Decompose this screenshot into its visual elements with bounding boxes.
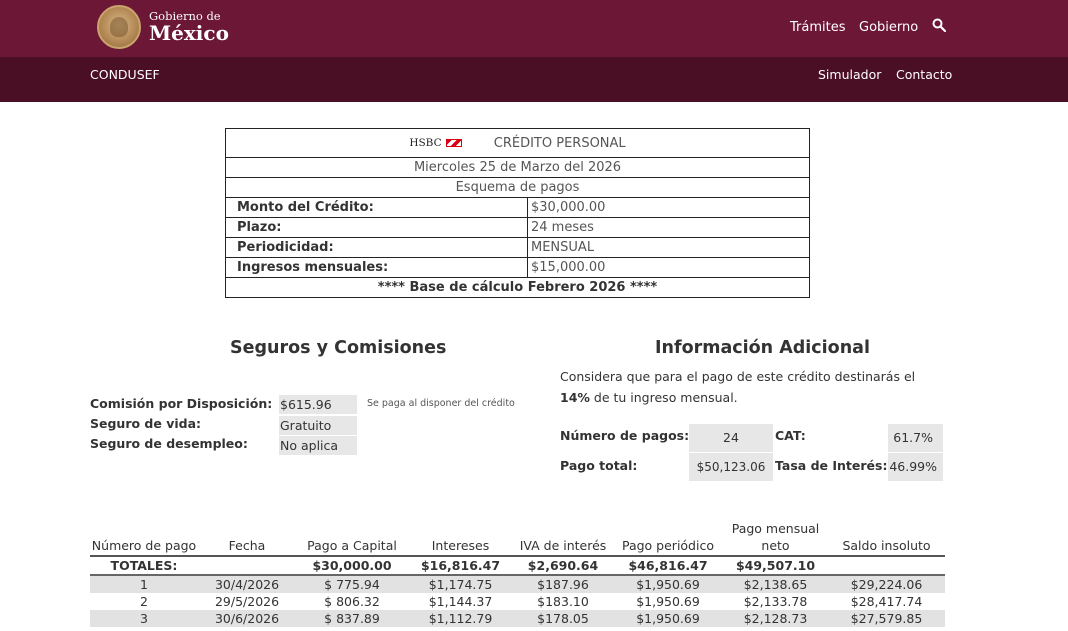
summary-row: Plazo: 24 meses [225, 217, 810, 238]
seguros-heading: Seguros y Comisiones [230, 338, 447, 358]
num-pagos-value: 24 [689, 424, 773, 452]
table-cell: 2 [140, 594, 148, 609]
fee-value: Gratuito [279, 416, 357, 435]
column-header: Pago mensual neto [723, 520, 828, 557]
fee-value: $615.96 [279, 395, 357, 414]
hsbc-hexagon-icon [445, 139, 462, 147]
column-header: Número de pago [90, 520, 198, 557]
table-cell: $1,950.69 [636, 594, 700, 609]
summary-row: Periodicidad: MENSUAL [225, 237, 810, 258]
top-navbar: Gobierno de México Trámites Gobierno [0, 0, 1068, 57]
cat-value: 61.7% [888, 424, 943, 452]
cat-label: CAT: [775, 428, 806, 443]
tasa-value: 46.99% [888, 453, 943, 481]
table-cell: $187.96 [513, 575, 613, 593]
summary-value: $30,000.00 [527, 197, 810, 218]
fee-label: Seguro de vida: [90, 416, 202, 431]
table-cell: $2,133.78 [743, 594, 808, 609]
nav-link-contacto[interactable]: Contacto [896, 67, 952, 82]
table-cell [828, 556, 945, 576]
table-cell: 29/5/2026 [214, 594, 280, 609]
tasa-label: Tasa de Interés: [775, 458, 888, 473]
summary-date: Miercoles 25 de Marzo del 2026 [225, 157, 810, 178]
table-cell: TOTALES: [90, 556, 198, 576]
summary-value: 24 meses [527, 217, 810, 238]
table-cell: $16,816.47 [408, 556, 513, 576]
table-cell: $1,950.69 [613, 575, 723, 593]
table-cell: $2,128.73 [723, 610, 828, 627]
column-header: Intereses [408, 520, 513, 557]
summary-label: Periodicidad: [225, 237, 528, 258]
condusef-link[interactable]: CONDUSEF [90, 67, 160, 82]
summary-label: Monto del Crédito: [225, 197, 528, 218]
credit-summary-table: HSBC CRÉDITO PERSONAL Miercoles 25 de Ma… [225, 128, 810, 298]
table-cell: $1,174.75 [408, 575, 513, 593]
nav-link-gobierno[interactable]: Gobierno [859, 20, 918, 35]
summary-row: Monto del Crédito: $30,000.00 [225, 197, 810, 218]
column-header: Saldo insoluto [828, 520, 945, 557]
summary-label: Ingresos mensuales: [225, 257, 528, 278]
table-cell: $ 806.32 [324, 594, 380, 609]
fee-label: Seguro de desempleo: [90, 436, 248, 451]
summary-value: $15,000.00 [527, 257, 810, 278]
table-cell: $30,000.00 [296, 556, 408, 576]
summary-value: MENSUAL [527, 237, 810, 258]
table-row: 1 30/4/2026 $ 775.94 $1,174.75 $187.96 $… [90, 575, 945, 593]
summary-row: Ingresos mensuales: $15,000.00 [225, 257, 810, 278]
table-cell: $1,112.79 [408, 610, 513, 627]
column-header: Pago periódico [613, 520, 723, 557]
info-heading: Información Adicional [655, 338, 870, 358]
table-cell: $183.10 [537, 594, 589, 609]
logo-big-text: México [149, 21, 229, 46]
totals-row: TOTALES: $30,000.00 $16,816.47 $2,690.64… [90, 556, 945, 576]
table-cell: $ 837.89 [296, 610, 408, 627]
national-seal-icon [97, 5, 141, 49]
sub-navbar: CONDUSEF Simulador Contacto [0, 57, 1068, 102]
hsbc-logo: HSBC [409, 137, 462, 149]
nav-link-tramites[interactable]: Trámites [790, 20, 846, 35]
table-cell: $178.05 [513, 610, 613, 627]
table-cell: $28,417.74 [850, 594, 923, 609]
nav-link-simulador[interactable]: Simulador [818, 67, 881, 82]
fee-label: Comisión por Disposición: [90, 396, 273, 411]
table-row: 2 29/5/2026 $ 806.32 $1,144.37 $183.10 $… [90, 593, 945, 610]
num-pagos-label: Número de pagos: [560, 428, 690, 443]
table-cell: $1,144.37 [428, 594, 493, 609]
table-cell: $49,507.10 [723, 556, 828, 576]
search-icon[interactable] [932, 18, 946, 32]
summary-footer: **** Base de cálculo Febrero 2026 **** [225, 277, 810, 298]
summary-label: Plazo: [225, 217, 528, 238]
fee-value: No aplica [279, 436, 357, 455]
summary-header: HSBC CRÉDITO PERSONAL [225, 128, 810, 158]
table-row: 3 30/6/2026 $ 837.89 $1,112.79 $178.05 $… [90, 610, 945, 627]
table-cell: 30/6/2026 [198, 610, 296, 627]
income-percentage: 14% [560, 390, 590, 405]
info-paragraph: Considera que para el pago de este crédi… [560, 369, 916, 405]
table-cell: $46,816.47 [613, 556, 723, 576]
gobierno-logo[interactable]: Gobierno de México [97, 5, 229, 49]
payments-table: Número de pago Fecha Pago a Capital Inte… [90, 520, 945, 627]
column-header: Fecha [198, 520, 296, 557]
table-cell: 30/4/2026 [198, 575, 296, 593]
pago-total-label: Pago total: [560, 458, 638, 473]
summary-scheme: Esquema de pagos [225, 177, 810, 198]
table-cell: 1 [90, 575, 198, 593]
column-header: IVA de interés [513, 520, 613, 557]
table-cell: $2,138.65 [723, 575, 828, 593]
table-cell: $27,579.85 [828, 610, 945, 627]
summary-title: CRÉDITO PERSONAL [493, 135, 626, 151]
table-cell [198, 556, 296, 576]
table-cell: $1,950.69 [613, 610, 723, 627]
fee-note: Se paga al disponer del crédito [367, 398, 515, 409]
column-header: Pago a Capital [296, 520, 408, 557]
table-cell: $ 775.94 [296, 575, 408, 593]
table-cell: $2,690.64 [513, 556, 613, 576]
table-cell: 3 [90, 610, 198, 627]
table-cell: $29,224.06 [828, 575, 945, 593]
payments-header-row: Número de pago Fecha Pago a Capital Inte… [90, 520, 945, 557]
pago-total-value: $50,123.06 [689, 453, 773, 481]
